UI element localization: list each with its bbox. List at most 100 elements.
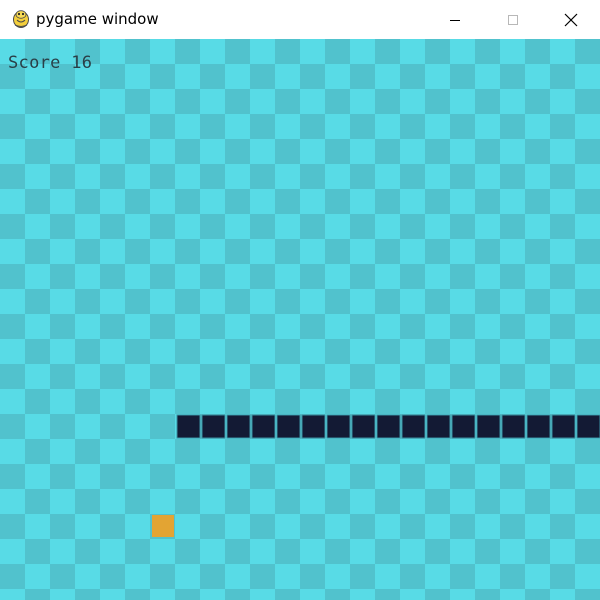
board-cell (300, 339, 325, 364)
board-cell (150, 164, 175, 189)
board-cell (300, 139, 325, 164)
board-cell (400, 214, 425, 239)
board-cell (250, 314, 275, 339)
board-cell (425, 39, 450, 64)
board-cell (275, 214, 300, 239)
board-cell (75, 539, 100, 564)
pygame-snake-icon (13, 10, 29, 28)
board-cell (400, 389, 425, 414)
board-cell (400, 314, 425, 339)
board-cell (575, 389, 600, 414)
board-cell (325, 489, 350, 514)
board-cell (225, 439, 250, 464)
board-cell (50, 489, 75, 514)
board-cell (0, 239, 25, 264)
board-cell (425, 339, 450, 364)
board-cell (300, 389, 325, 414)
board-cell (575, 564, 600, 589)
board-cell (450, 439, 475, 464)
close-button[interactable] (548, 0, 594, 39)
board-cell (75, 314, 100, 339)
board-cell (125, 214, 150, 239)
board-cell (400, 89, 425, 114)
board-cell (525, 564, 550, 589)
board-cell (275, 389, 300, 414)
board-cell (375, 139, 400, 164)
board-cell (300, 114, 325, 139)
board-cell (275, 114, 300, 139)
board-cell (100, 314, 125, 339)
board-cell (325, 189, 350, 214)
board-cell (475, 589, 500, 600)
snake-segment (576, 414, 600, 439)
board-cell (50, 589, 75, 600)
board-cell (350, 114, 375, 139)
board-cell (250, 564, 275, 589)
board-cell (150, 214, 175, 239)
board-cell (0, 389, 25, 414)
board-cell (225, 39, 250, 64)
board-cell (475, 264, 500, 289)
board-cell (75, 414, 100, 439)
board-cell (150, 489, 175, 514)
board-cell (525, 589, 550, 600)
board-cell (75, 164, 100, 189)
board-cell (300, 314, 325, 339)
board-cell (575, 89, 600, 114)
board-cell (525, 514, 550, 539)
board-cell (425, 589, 450, 600)
snake-segment (526, 414, 551, 439)
board-cell (450, 364, 475, 389)
board-cell (400, 264, 425, 289)
board-cell (400, 464, 425, 489)
board-cell (150, 439, 175, 464)
board-cell (150, 564, 175, 589)
board-cell (275, 39, 300, 64)
board-cell (250, 114, 275, 139)
board-cell (400, 139, 425, 164)
board-cell (475, 489, 500, 514)
maximize-button[interactable] (490, 0, 536, 39)
board-cell (175, 314, 200, 339)
board-cell (0, 114, 25, 139)
board-cell (225, 239, 250, 264)
board-cell (250, 539, 275, 564)
board-cell (25, 289, 50, 314)
board-cell (475, 464, 500, 489)
board-cell (75, 114, 100, 139)
board-cell (350, 139, 375, 164)
board-cell (200, 89, 225, 114)
board-cell (450, 239, 475, 264)
board-cell (350, 464, 375, 489)
board-cell (25, 214, 50, 239)
board-cell (275, 339, 300, 364)
title-bar[interactable]: pygame window (0, 0, 600, 39)
board-cell (475, 439, 500, 464)
board-cell (550, 314, 575, 339)
board-cell (525, 239, 550, 264)
board-cell (125, 464, 150, 489)
board-cell (150, 339, 175, 364)
minimize-button[interactable] (432, 0, 478, 39)
board-cell (550, 289, 575, 314)
board-cell (200, 264, 225, 289)
board-cell (225, 339, 250, 364)
board-cell (475, 564, 500, 589)
board-cell (275, 64, 300, 89)
board-cell (275, 189, 300, 214)
board-cell (400, 539, 425, 564)
board-cell (525, 214, 550, 239)
board-cell (100, 39, 125, 64)
board-cell (175, 464, 200, 489)
board-cell (425, 214, 450, 239)
board-cell (0, 464, 25, 489)
board-cell (350, 589, 375, 600)
board-cell (125, 389, 150, 414)
game-canvas[interactable]: Score 16 (0, 39, 600, 600)
board-cell (550, 139, 575, 164)
board-cell (450, 564, 475, 589)
board-cell (575, 64, 600, 89)
board-cell (0, 514, 25, 539)
board-cell (25, 189, 50, 214)
board-cell (200, 289, 225, 314)
